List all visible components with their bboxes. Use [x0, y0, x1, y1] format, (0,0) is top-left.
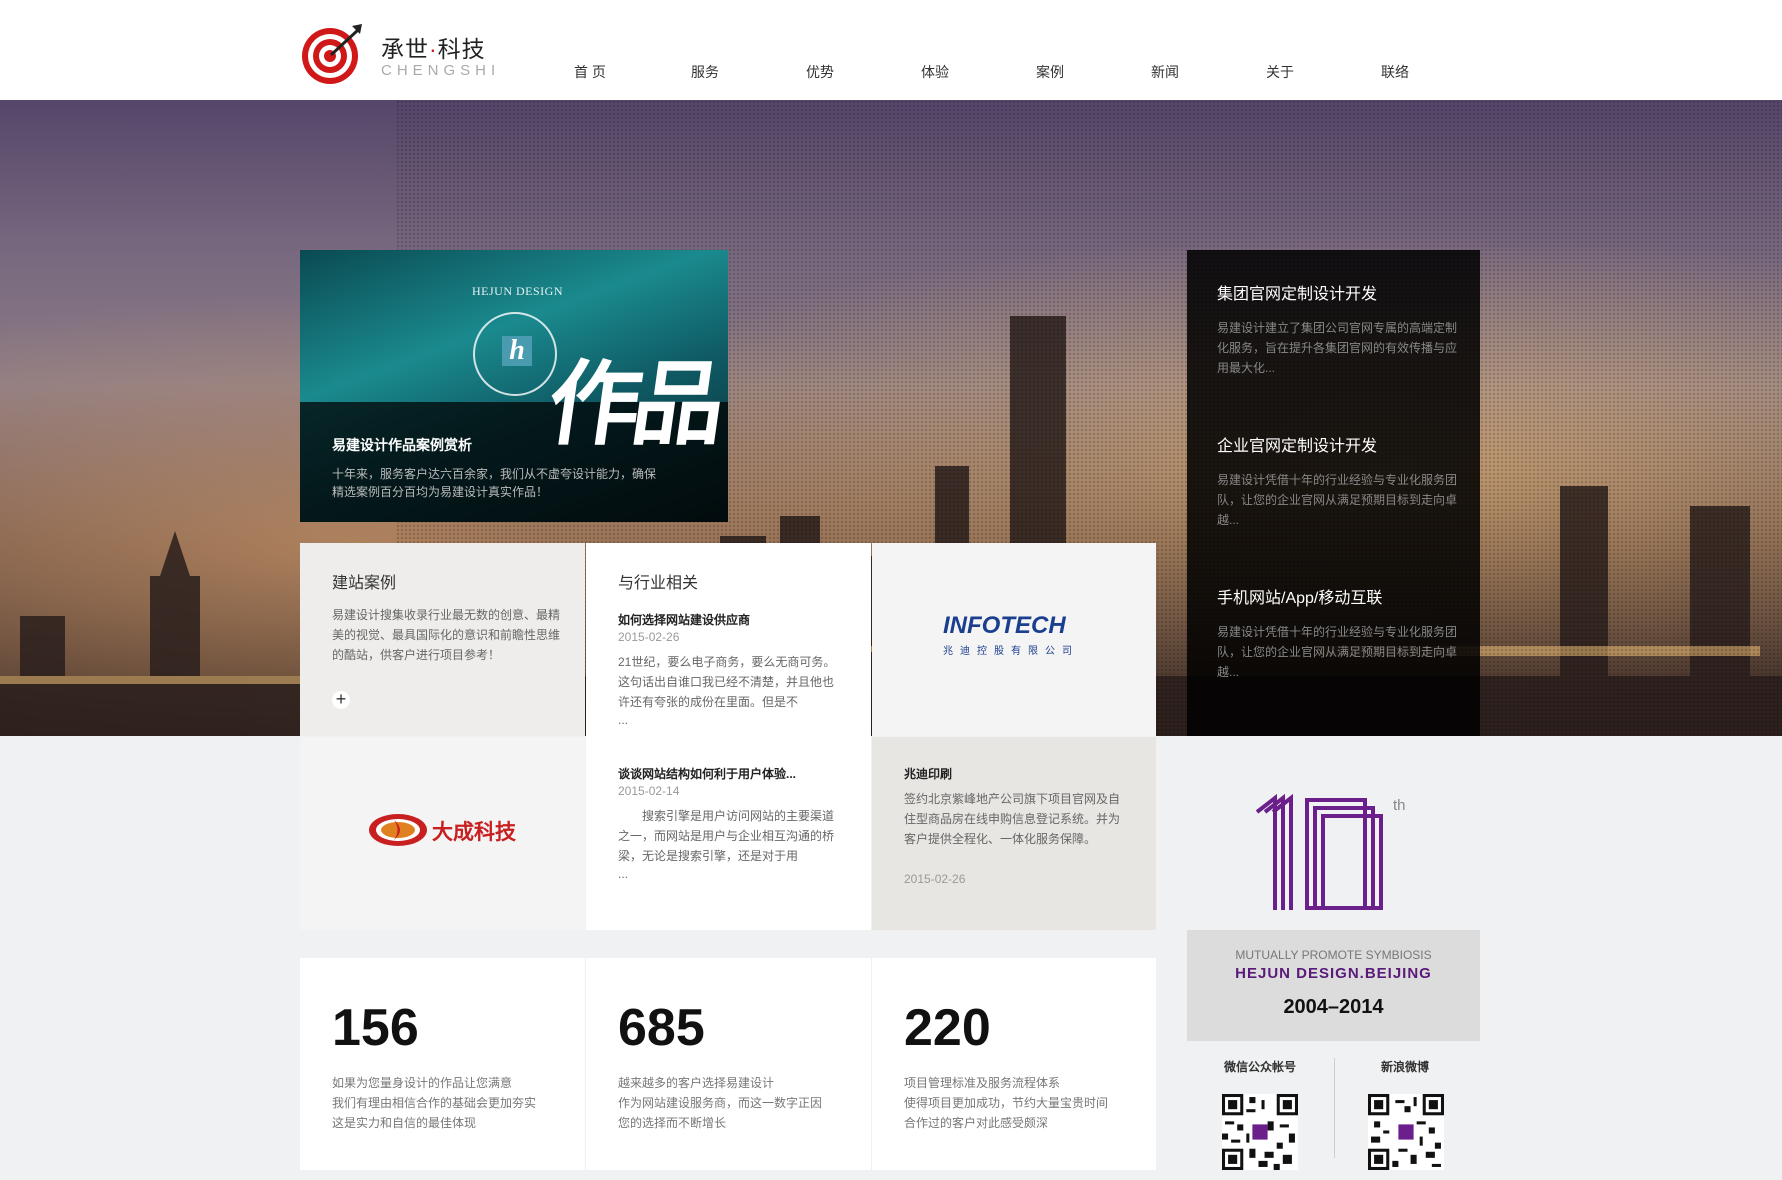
anniversary-years: 2004–2014 [1283, 996, 1384, 1018]
feature-card[interactable]: HEJUN DESIGN h 作品 易建设计作品案例赏析 十年来，服务客户达六百… [300, 250, 728, 522]
news-item-more: ... [618, 713, 629, 727]
logo-name-en: CHENGSHI [381, 62, 501, 79]
stat-line: 如果为您量身设计的作品让您满意 [332, 1076, 513, 1090]
infotech-logo: INFOTECH 兆迪控股有限公司 [943, 612, 1093, 672]
stat-line: 合作过的客户对此感受颇深 [904, 1116, 1049, 1130]
nav-item-experience[interactable]: 体验 [885, 62, 985, 82]
services-panel: 集团官网定制设计开发 易建设计建立了集团公司官网专属的高端定制化服务，旨在提升各… [1187, 250, 1480, 736]
stat-card [300, 958, 585, 1170]
stat-number: 156 [332, 999, 419, 1057]
target-logo-icon [302, 24, 362, 84]
stat-line: 使得项目更加成功，节约大量宝贵时间 [904, 1096, 1109, 1110]
zhaodi-title: 兆迪印刷 [904, 767, 953, 781]
news-item-more: ... [618, 867, 629, 881]
wechat-label: 微信公众帐号 [1224, 1060, 1297, 1074]
nav-item-about[interactable]: 关于 [1230, 62, 1330, 82]
industry-news-cell [586, 543, 871, 930]
wechat-qr-icon[interactable] [1222, 1094, 1298, 1170]
nav-item-news[interactable]: 新闻 [1115, 62, 1215, 82]
stat-line: 作为网站建设服务商，而这一数字正因 [618, 1096, 823, 1110]
stat-number: 220 [904, 999, 991, 1057]
dacheng-logo-text: 大成科技 [432, 821, 516, 844]
logo-name-cn: 承世·科技 [381, 36, 486, 62]
infotech-logo-text: INFOTECH [943, 612, 1066, 639]
zhaodi-date: 2015-02-26 [904, 872, 966, 886]
anniversary-10th-logo-icon: th [1255, 793, 1406, 910]
weibo-qr-icon[interactable] [1368, 1094, 1444, 1170]
industry-title: 与行业相关 [618, 575, 699, 592]
feature-brand-text: HEJUN DESIGN [472, 284, 563, 298]
news-item-title[interactable]: 谈谈网站结构如何利于用户体验... [618, 765, 796, 782]
service-item[interactable]: 手机网站/App/移动互联 易建设计凭借十年的行业经验与专业化服务团队，让您的企… [1217, 584, 1457, 682]
stat-line: 您的选择而不断增长 [618, 1116, 727, 1130]
anniversary-suffix: th [1393, 797, 1406, 814]
nav-item-cases[interactable]: 案例 [1000, 62, 1100, 82]
feature-title: 易建设计作品案例赏析 [332, 437, 472, 453]
nav-item-home[interactable]: 首 页 [540, 62, 640, 82]
anniversary-line2: HEJUN DESIGN.BEIJING [1235, 965, 1432, 982]
service-item[interactable]: 集团官网定制设计开发 易建设计建立了集团公司官网专属的高端定制化服务，旨在提升各… [1217, 280, 1457, 378]
news-item-date: 2015-02-26 [618, 630, 680, 644]
service-title: 企业官网定制设计开发 [1217, 438, 1378, 455]
stat-card [586, 958, 871, 1170]
news-item-desc: 21世纪，要么电子商务，要么无商可务。这句话出自谁口我已经不清楚，并且他也许还有… [618, 655, 836, 709]
nav-item-contact[interactable]: 联络 [1345, 62, 1445, 82]
hejun-logo-icon: h [502, 336, 532, 366]
news-item-date: 2015-02-14 [618, 784, 680, 798]
service-title: 手机网站/App/移动互联 [1217, 590, 1383, 607]
dacheng-logo: 大成科技 [368, 812, 528, 852]
weibo-label: 新浪微博 [1381, 1060, 1430, 1074]
plus-icon[interactable]: + [332, 690, 350, 709]
news-item-title[interactable]: 如何选择网站建设供应商 [618, 611, 750, 628]
feature-calligraphy: 作品 [541, 354, 724, 456]
service-desc: 易建设计凭借十年的行业经验与专业化服务团队，让您的企业官网从满足预期目标到走向卓… [1217, 625, 1458, 679]
anniversary-line1: MUTUALLY PROMOTE SYMBIOSIS [1235, 948, 1432, 962]
infotech-logo-subtext: 兆迪控股有限公司 [943, 646, 1079, 657]
stat-number: 685 [618, 999, 705, 1057]
stat-line: 我们有理由相信合作的基础会更加夯实 [332, 1096, 537, 1110]
service-title: 集团官网定制设计开发 [1217, 286, 1378, 303]
cases-desc: 易建设计搜集收录行业最无数的创意、最精美的视觉、最具国际化的意识和前瞻性思维的酷… [332, 608, 561, 662]
qr-divider [1334, 1058, 1335, 1158]
news-item-desc: 搜索引擎是用户访问网站的主要渠道之一，而网站是用户与企业相互沟通的桥梁，无论是搜… [618, 809, 835, 863]
nav-item-services[interactable]: 服务 [655, 62, 755, 82]
zhaodi-desc: 签约北京紫峰地产公司旗下项目官网及自住型商品房在线申购信息登记系统。并为客户提供… [904, 792, 1121, 846]
nav-item-advantages[interactable]: 优势 [770, 62, 870, 82]
stat-line: 越来越多的客户选择易建设计 [618, 1076, 775, 1090]
stat-line: 这是实力和自信的最佳体现 [332, 1116, 477, 1130]
site-logo[interactable]: 承世·科技 CHENGSHI [300, 22, 530, 86]
feature-desc: 十年来，服务客户达六百余家，我们从不虚夸设计能力，确保精选案例百分百均为易建设计… [332, 467, 657, 499]
dacheng-emblem-icon [369, 814, 427, 846]
site-header: 承世·科技 CHENGSHI 首 页 服务 优势 体验 案例 新闻 关于 联络 [0, 0, 1782, 100]
anniversary-badge: MUTUALLY PROMOTE SYMBIOSIS HEJUN DESIGN.… [1187, 930, 1480, 1041]
service-desc: 易建设计建立了集团公司官网专属的高端定制化服务，旨在提升各集团官网的有效传播与应… [1217, 321, 1458, 375]
service-item[interactable]: 企业官网定制设计开发 易建设计凭借十年的行业经验与专业化服务团队，让您的企业官网… [1217, 432, 1457, 530]
stat-line: 项目管理标准及服务流程体系 [904, 1076, 1061, 1090]
cases-title: 建站案例 [332, 575, 397, 592]
service-desc: 易建设计凭借十年的行业经验与专业化服务团队，让您的企业官网从满足预期目标到走向卓… [1217, 473, 1458, 527]
stat-card [872, 958, 1156, 1170]
